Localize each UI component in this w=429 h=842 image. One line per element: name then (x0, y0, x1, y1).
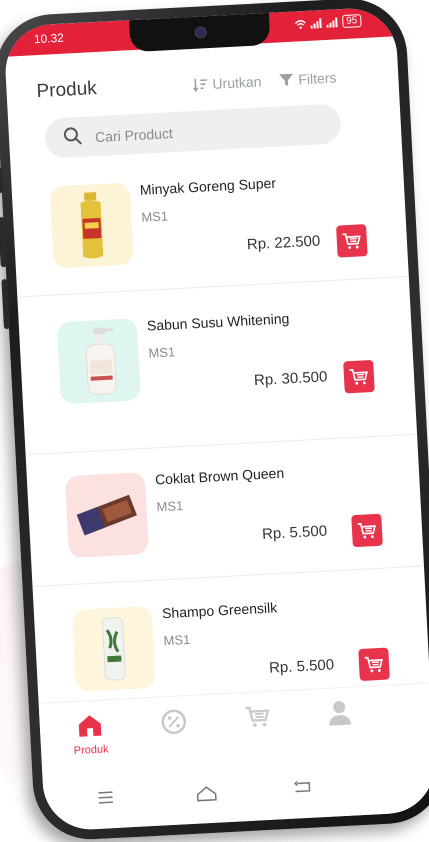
add-to-cart-button[interactable] (343, 359, 375, 394)
filter-icon (279, 73, 294, 86)
cart-icon (357, 522, 376, 539)
product-price: Rp. 22.500 (246, 232, 321, 254)
product-code: MS1 (156, 498, 184, 515)
back-icon[interactable] (293, 780, 312, 795)
sort-label: Urutkan (212, 73, 262, 92)
product-card[interactable]: Sabun Susu Whitening MS1 Rp. 30.500 (18, 292, 416, 440)
phone-device: 10.32 95 Produk Urutkan Filters Cari Pro… (0, 0, 429, 842)
home-outline-icon[interactable] (195, 785, 218, 802)
product-price: Rp. 5.500 (268, 656, 335, 677)
sort-button[interactable]: Urutkan (192, 73, 262, 93)
product-code: MS1 (163, 631, 191, 649)
add-to-cart-button[interactable] (351, 513, 383, 548)
profile-icon (329, 701, 352, 726)
product-image-soap (56, 318, 141, 405)
phone-mockup-scene: 10.32 95 Produk Urutkan Filters Cari Pro… (0, 0, 429, 842)
product-code: MS1 (140, 208, 169, 225)
wifi-icon (294, 19, 306, 29)
page-title: Produk (36, 78, 98, 103)
nav-item-produk[interactable]: Produk (59, 712, 121, 758)
product-card[interactable]: Coklat Brown Queen MS1 Rp. 5.500 (26, 446, 424, 594)
cart-icon (245, 706, 270, 727)
product-image-shampoo (71, 605, 156, 692)
cart-icon (349, 369, 368, 385)
menu-icon[interactable] (97, 790, 114, 805)
product-name: Shampo Greensilk (161, 599, 278, 622)
filter-button[interactable]: Filters (278, 69, 337, 88)
product-name: Minyak Goreng Super (139, 174, 277, 198)
cart-icon (342, 233, 361, 249)
product-code: MS1 (148, 344, 176, 361)
product-name: Sabun Susu Whitening (146, 310, 290, 334)
nav-item-discount[interactable] (143, 707, 205, 741)
add-to-cart-button[interactable] (336, 224, 368, 258)
product-price: Rp. 30.500 (253, 368, 328, 390)
product-card[interactable]: Minyak Goreng Super MS1 Rp. 22.500 (11, 156, 409, 304)
discount-icon (161, 709, 187, 735)
product-image-chocolate (64, 472, 149, 559)
nav-item-profile[interactable] (309, 699, 371, 733)
nav-item-cart[interactable] (227, 703, 288, 735)
home-icon (78, 715, 102, 737)
search-input[interactable] (91, 104, 328, 159)
status-icons: 95 (294, 14, 362, 30)
product-name: Coklat Brown Queen (154, 464, 285, 488)
status-time: 10.32 (33, 30, 65, 47)
front-camera (194, 26, 208, 39)
app-screen: 10.32 95 Produk Urutkan Filters Cari Pro… (3, 6, 429, 832)
nav-label-produk: Produk (73, 743, 109, 758)
product-image-oil (49, 182, 134, 269)
cart-icon (364, 656, 383, 673)
signal-icon-2 (326, 16, 338, 28)
filter-label: Filters (297, 69, 337, 88)
signal-icon (310, 17, 322, 29)
search-bar[interactable] (44, 103, 342, 159)
sort-icon (193, 78, 208, 93)
product-price: Rp. 5.500 (261, 522, 328, 543)
search-icon (63, 127, 83, 145)
add-to-cart-button[interactable] (358, 647, 390, 682)
battery-indicator: 95 (341, 14, 362, 29)
